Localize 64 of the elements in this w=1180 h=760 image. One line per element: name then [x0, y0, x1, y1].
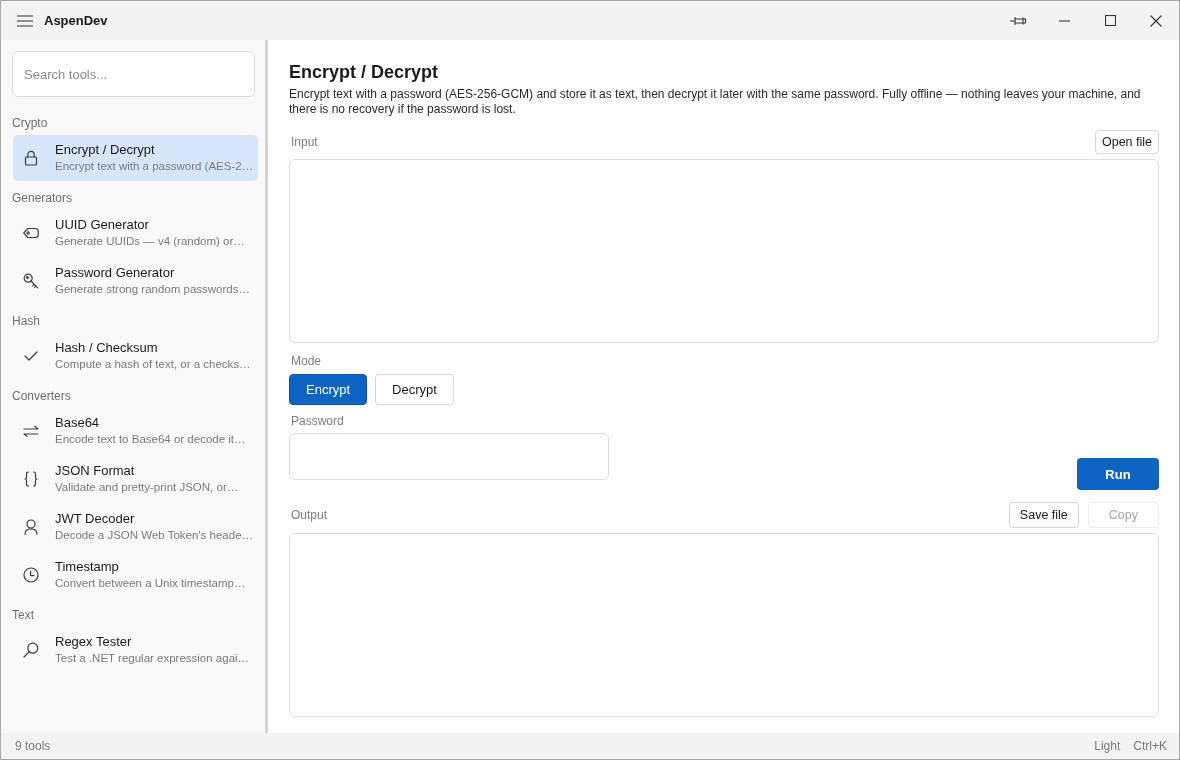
- tool-list-item[interactable]: Password Generator Generate strong random passwords…: [13, 258, 258, 304]
- tool-description: Generate UUIDs — v4 (random) or…: [55, 234, 245, 249]
- tool-description: Generate strong random passwords…: [55, 282, 250, 297]
- key-icon: [23, 273, 39, 289]
- page-title: Encrypt / Decrypt: [289, 61, 440, 84]
- tool-description: Test a .NET regular expression agai…: [55, 651, 250, 666]
- tool-list-item[interactable]: UUID Generator Generate UUIDs — v4 (random) or…: [13, 210, 258, 256]
- tool-description: Encrypt text with a password (AES-2…: [55, 159, 254, 174]
- tool-title: Encrypt / Decrypt: [55, 141, 156, 158]
- tool-title: Hash / Checksum: [55, 339, 159, 356]
- group-header: Converters: [11, 388, 72, 405]
- tool-list-item[interactable]: JSON Format Validate and pretty-print JSON, or…: [13, 456, 258, 502]
- clock-icon: [23, 567, 39, 583]
- tool-list-item[interactable]: Encrypt / Decrypt Encrypt text with a password (AES-2…: [13, 135, 258, 181]
- menu-icon[interactable]: [17, 14, 33, 27]
- field-label: Mode: [291, 353, 323, 369]
- group-header: Hash: [11, 313, 41, 330]
- tool-title: Base64: [55, 414, 101, 431]
- tool-list-item[interactable]: Timestamp Convert between a Unix timestamp…: [13, 552, 258, 598]
- close-icon[interactable]: [1150, 14, 1162, 27]
- input-text-area[interactable]: [289, 159, 1159, 343]
- lock-icon: [24, 150, 38, 166]
- tool-list-item[interactable]: Hash / Checksum Compute a hash of text, or a checks…: [13, 333, 258, 379]
- page-description: Encrypt text with a password (AES-256-GCM) and store it as text, then decrypt it later with the same password. Fully offline — nothing leaves your machine, and there is no recovery if the password is lost.: [289, 87, 1142, 117]
- group-header: Generators: [11, 190, 74, 207]
- run-button[interactable]: Run: [1077, 458, 1159, 490]
- tool-description: Decode a JSON Web Token's heade…: [55, 528, 254, 543]
- two-way-arrows-icon: [23, 425, 39, 437]
- output-action-button[interactable]: Save file: [1008, 502, 1079, 528]
- field-label: Password: [291, 413, 345, 429]
- theme-label: Light: [1094, 739, 1121, 753]
- open-file-button[interactable]: Open file: [1094, 130, 1159, 154]
- checkmark-icon: [24, 351, 38, 361]
- maximize-icon[interactable]: [1104, 15, 1116, 26]
- tool-description: Validate and pretty-print JSON, or…: [55, 480, 239, 495]
- field-label: Input: [291, 134, 318, 150]
- tool-title: UUID Generator: [55, 216, 150, 233]
- search-field[interactable]: Search tools...: [12, 51, 255, 97]
- tool-description: Compute a hash of text, or a checks…: [55, 357, 251, 372]
- password-field[interactable]: [289, 433, 609, 480]
- shortcut-hint: Ctrl+K: [1133, 739, 1167, 753]
- group-header: Text: [11, 607, 35, 624]
- group-header: Crypto: [11, 115, 49, 132]
- tool-list-item[interactable]: JWT Decoder Decode a JSON Web Token's heade…: [13, 504, 258, 550]
- app-title: AspenDev: [44, 13, 108, 28]
- minimize-icon[interactable]: [1058, 19, 1070, 22]
- tool-title: Password Generator: [55, 264, 176, 281]
- tool-title: Timestamp: [55, 558, 120, 575]
- tool-count: 9 tools: [15, 739, 51, 753]
- tool-title: JWT Decoder: [55, 510, 136, 527]
- tool-list-item[interactable]: Regex Tester Test a .NET regular expression agai…: [13, 627, 258, 673]
- tool-title: Regex Tester: [55, 633, 133, 650]
- field-label: Output: [291, 507, 328, 523]
- tool-title: JSON Format: [55, 462, 136, 479]
- mode-toggle-button[interactable]: Decrypt: [375, 374, 454, 405]
- tool-description: Convert between a Unix timestamp…: [55, 576, 246, 591]
- tool-description: Encode text to Base64 or decode it…: [55, 432, 246, 447]
- search-icon: [23, 642, 39, 658]
- braces-icon: [24, 471, 38, 487]
- mode-toggle-button[interactable]: Encrypt: [289, 374, 368, 405]
- person-icon: [24, 519, 38, 535]
- tool-list-item[interactable]: Base64 Encode text to Base64 or decode it…: [13, 408, 258, 454]
- pin-icon[interactable]: [1009, 15, 1027, 26]
- tag-icon: [23, 227, 39, 239]
